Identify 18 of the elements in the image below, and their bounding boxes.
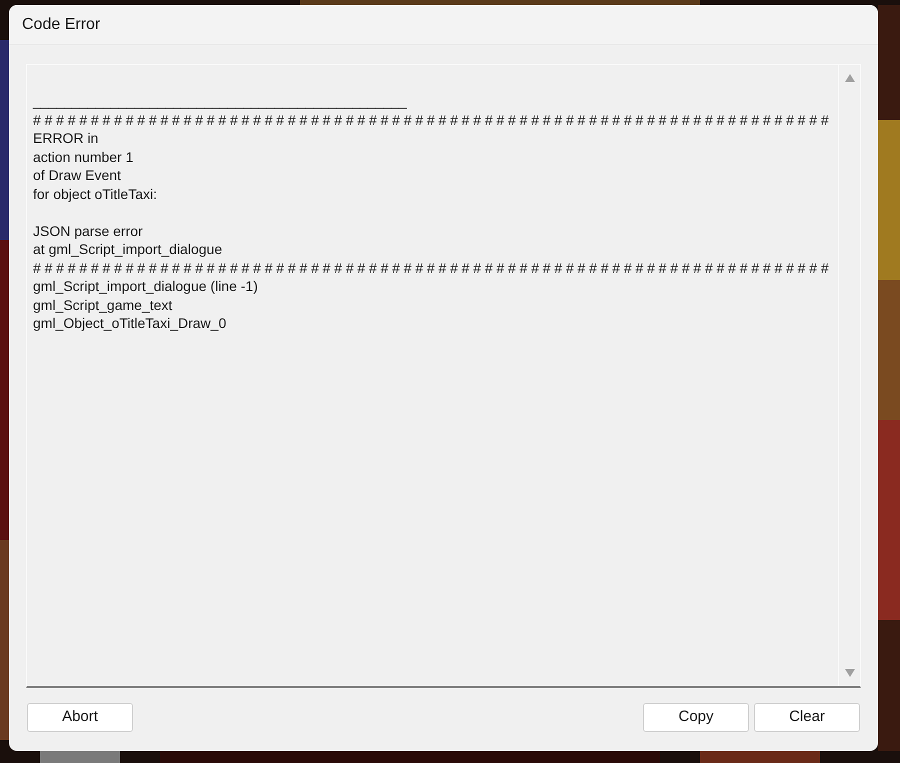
scroll-down-icon[interactable] xyxy=(844,669,854,677)
log-line: action number 1 xyxy=(33,148,134,166)
log-line: at gml_Script_import_dialogue xyxy=(33,240,222,258)
log-line: of Draw Event xyxy=(33,166,121,184)
log-line: gml_Script_game_text xyxy=(33,296,172,314)
dialog-button[interactable]: Clear xyxy=(754,703,860,732)
log-line: ##################################################################### xyxy=(33,258,832,277)
dialog-button[interactable]: Abort xyxy=(27,703,133,732)
log-line: JSON parse error xyxy=(33,222,143,240)
log-line: gml_Object_oTitleTaxi_Draw_0 xyxy=(33,314,226,332)
log-line: ##################################################################### xyxy=(33,110,832,129)
scroll-up-icon[interactable] xyxy=(844,74,854,82)
log-line: ERROR in xyxy=(33,129,98,148)
window-title: Code Error xyxy=(22,14,100,34)
log-line: ________________________________________________ xyxy=(33,92,407,110)
log-line: for object oTitleTaxi: xyxy=(33,184,157,203)
log-line: gml_Script_import_dialogue (line -1) xyxy=(33,277,258,296)
dialog-button[interactable]: Copy xyxy=(643,703,749,732)
